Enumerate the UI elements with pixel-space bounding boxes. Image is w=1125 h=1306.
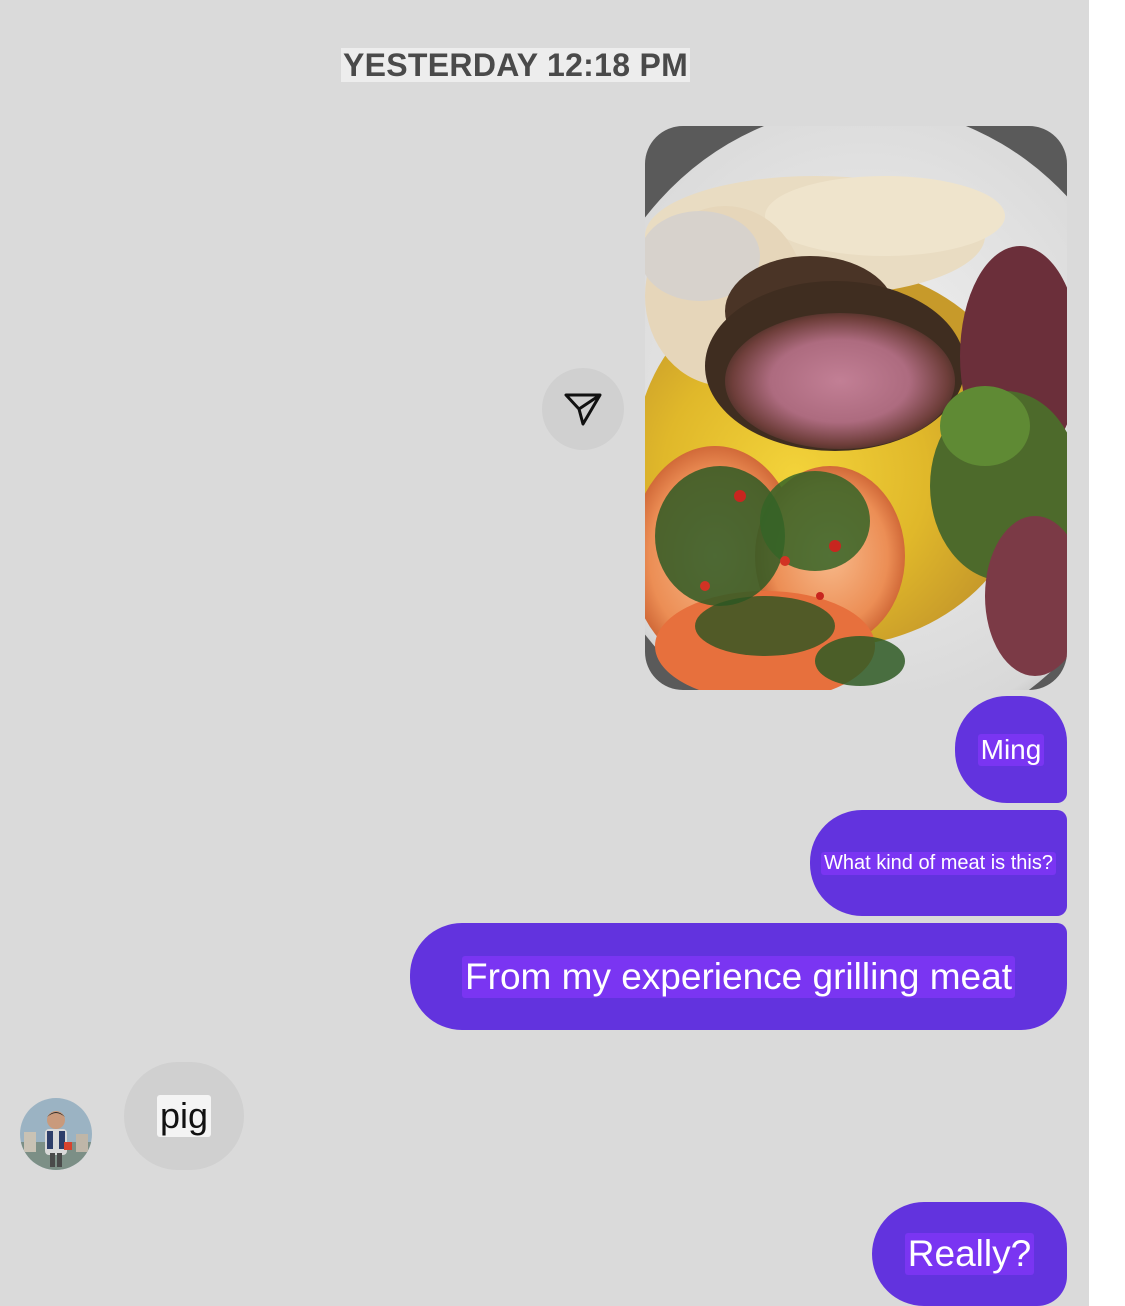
contact-avatar[interactable] [20, 1098, 92, 1170]
message-bubble-sent[interactable]: Really? [872, 1202, 1067, 1306]
message-text: pig [156, 1095, 212, 1137]
message-timestamp: YESTERDAY 12:18 PM [341, 47, 691, 83]
message-text: From my experience grilling meat [462, 955, 1015, 998]
screen-edge [1089, 0, 1125, 1306]
message-bubble-sent[interactable]: What kind of meat is this? [810, 810, 1067, 916]
chat-screen: YESTERDAY 12:18 PM Ming What kind of mea… [0, 0, 1125, 1306]
send-arrow-icon [564, 393, 602, 426]
message-text: What kind of meat is this? [821, 851, 1056, 875]
share-button[interactable] [542, 368, 624, 450]
message-bubble-sent[interactable]: Ming [955, 696, 1067, 803]
message-text: Really? [904, 1233, 1035, 1275]
message-text: Ming [977, 733, 1045, 766]
message-bubble-sent[interactable]: From my experience grilling meat [410, 923, 1067, 1030]
food-photo[interactable] [645, 126, 1067, 690]
message-bubble-received[interactable]: pig [124, 1062, 244, 1170]
